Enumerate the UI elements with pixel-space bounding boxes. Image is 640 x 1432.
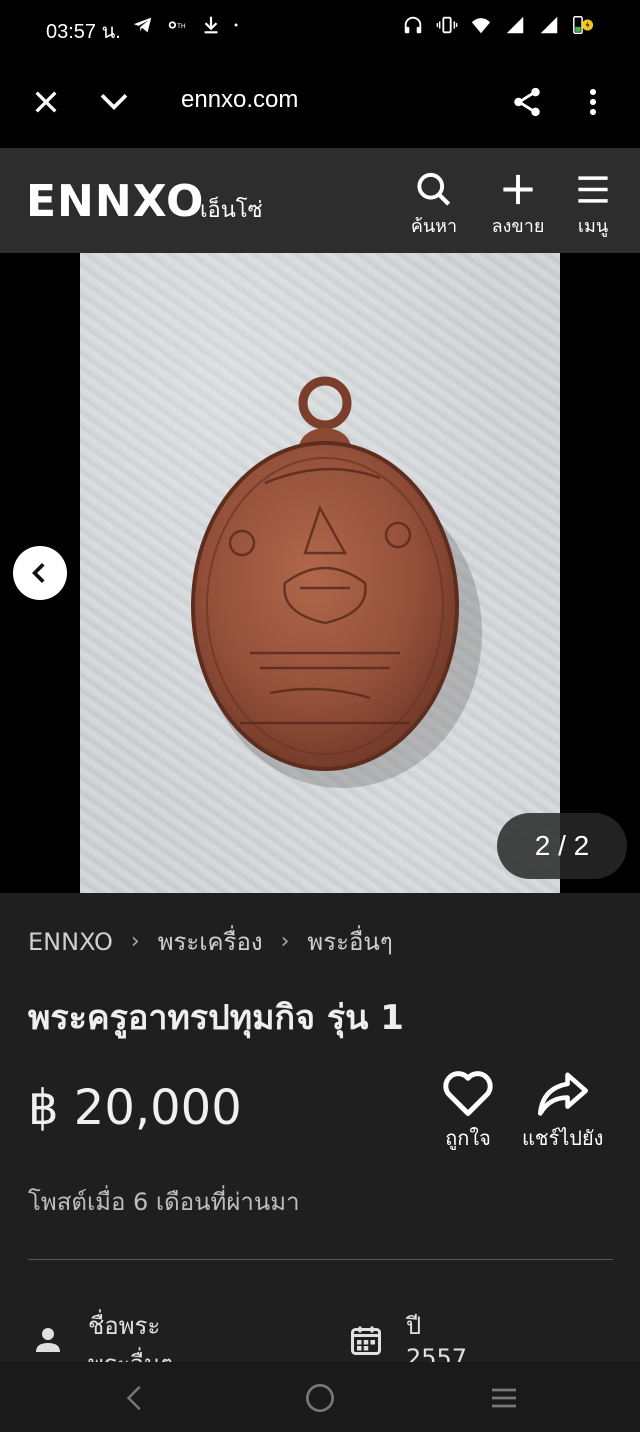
wifi-icon xyxy=(471,18,491,34)
product-title: พระครูอาทรปทุมกิจ รุ่น 1 xyxy=(28,998,404,1038)
share-to-label: แชร์ไปยัง xyxy=(522,1126,604,1150)
recents-icon xyxy=(492,1388,516,1408)
amulet-image xyxy=(191,376,482,788)
download-icon xyxy=(204,16,218,34)
heart-icon xyxy=(443,1071,493,1116)
share-page-button[interactable] xyxy=(507,82,547,122)
breadcrumb: ENNXO › พระเครื่อง › พระอื่นๆ xyxy=(28,922,393,961)
site-header: ENNXO เอ็นโซ่ ค้นหา ลงขาย เมนู xyxy=(0,148,640,253)
like-button[interactable]: ถูกใจ xyxy=(440,1068,496,1154)
site-logo[interactable]: ENNXO xyxy=(26,176,204,227)
browser-menu-button[interactable] xyxy=(573,82,613,122)
vibrate-icon xyxy=(436,16,458,34)
status-time: 03:57 น. xyxy=(46,21,121,43)
person-icon xyxy=(36,1328,60,1352)
nav-back-button[interactable] xyxy=(118,1380,154,1416)
vpn-th-icon: TH xyxy=(168,21,186,30)
spec-label: ชื่อพระ xyxy=(88,1312,161,1340)
product-gallery[interactable]: 2 / 2 xyxy=(0,253,640,893)
close-tab-button[interactable] xyxy=(26,82,66,122)
search-label: ค้นหา xyxy=(410,216,458,237)
sell-label: ลงขาย xyxy=(491,216,545,237)
nav-home-button[interactable] xyxy=(302,1380,338,1416)
breadcrumb-item[interactable]: พระอื่นๆ xyxy=(307,922,392,961)
nav-recents-button[interactable] xyxy=(486,1380,522,1416)
site-logo-subtitle: เอ็นโซ่ xyxy=(200,198,263,223)
divider xyxy=(28,1259,613,1260)
breadcrumb-item[interactable]: ENNXO xyxy=(28,928,113,956)
hamburger-icon xyxy=(578,176,608,203)
collapse-button[interactable] xyxy=(94,82,134,122)
home-circle-icon xyxy=(306,1384,334,1412)
back-icon xyxy=(126,1385,141,1411)
close-icon xyxy=(35,91,57,113)
menu-button[interactable]: เมนู xyxy=(553,170,633,240)
url-text[interactable]: ennxo.com xyxy=(181,86,298,114)
search-button[interactable]: ค้นหา xyxy=(394,170,474,240)
chevron-left-icon xyxy=(31,563,45,583)
svg-text:TH: TH xyxy=(176,22,186,30)
chevron-right-icon: › xyxy=(130,929,140,954)
chevron-right-icon: › xyxy=(280,929,290,954)
share-arrow-icon xyxy=(537,1072,588,1116)
telegram-icon xyxy=(133,17,152,33)
product-price: ฿ 20,000 xyxy=(28,1080,242,1136)
search-icon xyxy=(417,172,451,206)
calendar-icon xyxy=(351,1326,381,1355)
posted-time: โพสต์เมื่อ 6 เดือนที่ผ่านมา xyxy=(28,1188,300,1216)
prev-image-button[interactable] xyxy=(13,546,67,600)
browser-toolbar: ennxo.com xyxy=(0,56,640,148)
headphones-icon xyxy=(404,16,422,34)
like-label: ถูกใจ xyxy=(445,1126,491,1150)
share-icon xyxy=(514,87,540,117)
status-bar: 03:57 น. TH xyxy=(0,0,640,56)
breadcrumb-item[interactable]: พระเครื่อง xyxy=(158,922,263,961)
spec-label: ปี xyxy=(406,1312,422,1340)
image-counter: 2 / 2 xyxy=(497,813,627,879)
dot-icon xyxy=(234,23,238,27)
product-photo[interactable] xyxy=(80,253,560,893)
battery-charging-icon xyxy=(573,16,594,34)
sell-button[interactable]: ลงขาย xyxy=(478,170,558,240)
menu-label: เมนู xyxy=(577,216,609,237)
system-nav-bar xyxy=(0,1362,640,1432)
more-vert-icon xyxy=(589,88,597,116)
chevron-down-icon xyxy=(100,94,128,110)
share-to-button[interactable]: แชร์ไปยัง xyxy=(522,1068,603,1154)
signal-icon xyxy=(506,16,524,34)
signal-icon xyxy=(540,16,558,34)
plus-icon xyxy=(503,174,533,205)
